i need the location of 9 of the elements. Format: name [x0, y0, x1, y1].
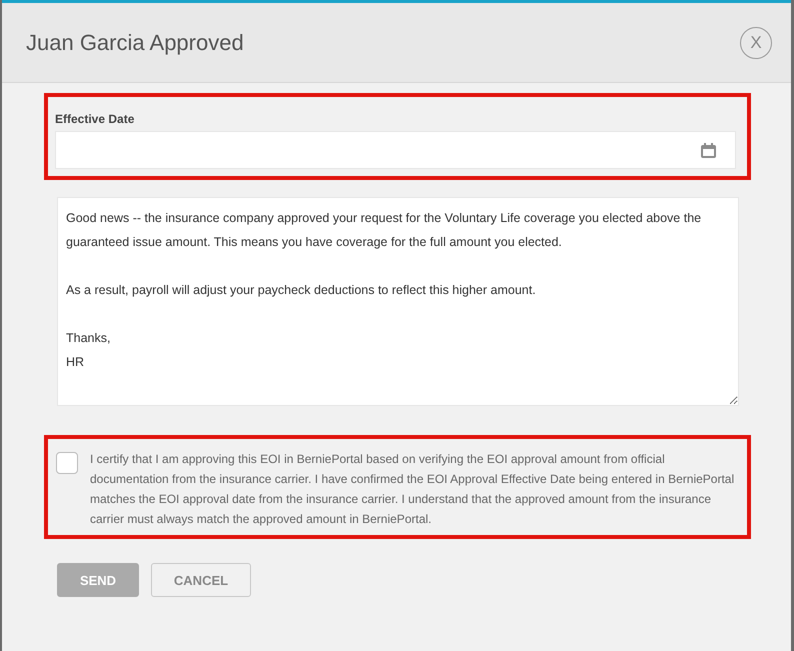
date-field[interactable] [55, 131, 736, 169]
message-field[interactable]: Good news -- the insurance company approved your request for the Voluntary Life coverage you elected above the guaranteed issue amount. This means you have coverage for the full amount you elected. As a result, payroll will adjust your paycheck deductions to reflect this higher amount. Thanks, HR [57, 197, 739, 406]
cancel-button[interactable]: CANCEL [151, 563, 251, 597]
close-button[interactable]: X [740, 26, 772, 58]
field-label: Effective Date [55, 112, 136, 126]
dialog-title: Juan Garcia Approved [26, 30, 244, 56]
calendar-icon[interactable] [700, 142, 717, 158]
certify-text: I certify that I am approving this EOI in BerniePortal based on verifying the EOI approval amount from official documentation from the insurance carrier. I have confirmed the EOI Approval Effective Date being entered in BerniePortal matches the EOI approval date from the insurance carrier. I understand that the approved amount from the insurance carrier must always match the approved amount in BerniePortal. [90, 451, 736, 528]
checkbox[interactable] [56, 452, 78, 474]
